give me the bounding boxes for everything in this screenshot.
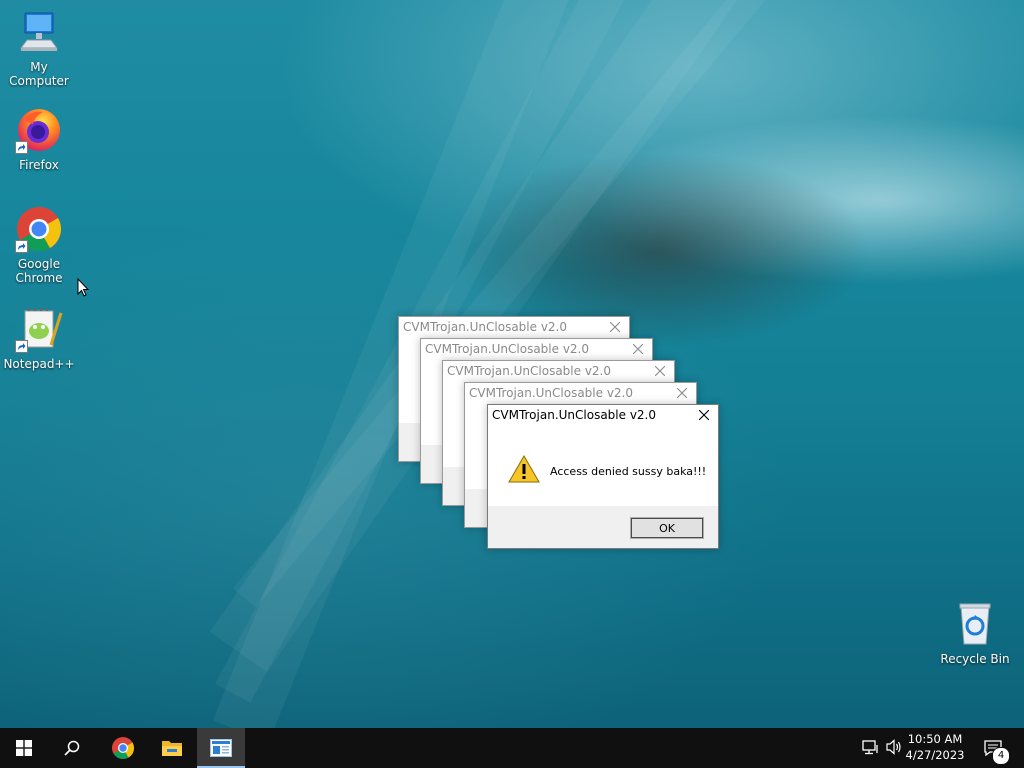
desktop-icon-firefox[interactable]: Firefox <box>0 106 78 172</box>
desktop-wallpaper: My Computer Firefox Google Chrome Notepa… <box>0 0 1024 728</box>
close-icon[interactable] <box>624 339 652 361</box>
firefox-icon <box>15 106 63 154</box>
dialog-footer: OK <box>488 506 718 548</box>
desktop-icon-notepadpp[interactable]: Notepad++ <box>0 305 78 371</box>
shortcut-arrow-icon <box>15 240 28 253</box>
notification-count-badge: 4 <box>992 747 1010 765</box>
close-icon[interactable] <box>601 317 629 339</box>
computer-icon <box>15 8 63 56</box>
search-icon <box>64 740 80 756</box>
close-icon[interactable] <box>690 405 718 427</box>
desktop-icon-label: Google Chrome <box>15 257 63 285</box>
desktop-icon-google-chrome[interactable]: Google Chrome <box>0 205 78 285</box>
volume-icon[interactable] <box>886 739 902 755</box>
dialog-title: CVMTrojan.UnClosable v2.0 <box>492 408 657 422</box>
clock-time: 10:50 AM <box>907 732 963 746</box>
dialog-titlebar[interactable]: CVMTrojan.UnClosable v2.0 <box>488 405 718 427</box>
desktop-icon-label: Firefox <box>19 158 59 172</box>
dialog-title: CVMTrojan.UnClosable v2.0 <box>425 342 590 356</box>
dialog-title: CVMTrojan.UnClosable v2.0 <box>469 386 634 400</box>
clock-date: 4/27/2023 <box>905 748 965 762</box>
folder-icon <box>162 741 182 756</box>
ok-button[interactable]: OK <box>630 517 704 539</box>
clock[interactable]: 10:50 AM 4/27/2023 <box>904 731 966 763</box>
notepadpp-icon <box>15 305 63 353</box>
desktop-icon-label: Notepad++ <box>3 357 75 371</box>
shortcut-arrow-icon <box>15 340 28 353</box>
dialog-titlebar[interactable]: CVMTrojan.UnClosable v2.0 <box>399 317 629 339</box>
start-button[interactable] <box>0 728 48 768</box>
close-icon[interactable] <box>646 361 674 383</box>
desktop-icon-label: My Computer <box>9 60 69 88</box>
taskbar-active-app[interactable] <box>197 728 245 768</box>
warning-icon <box>508 455 540 483</box>
taskbar-file-explorer[interactable] <box>148 728 196 768</box>
taskbar: 10:50 AM 4/27/2023 <box>0 728 1024 768</box>
windows-logo-icon <box>16 740 32 756</box>
chrome-icon <box>15 205 63 253</box>
network-icon[interactable] <box>862 739 880 755</box>
desktop-icon-label: Recycle Bin <box>940 652 1010 666</box>
dialog-titlebar[interactable]: CVMTrojan.UnClosable v2.0 <box>443 361 674 383</box>
chrome-icon <box>112 737 134 759</box>
desktop-icon-recycle-bin[interactable]: Recycle Bin <box>936 600 1014 666</box>
shortcut-arrow-icon <box>15 141 28 154</box>
close-icon[interactable] <box>668 383 696 405</box>
mouse-cursor-icon <box>77 278 89 297</box>
dialog-titlebar[interactable]: CVMTrojan.UnClosable v2.0 <box>421 339 652 361</box>
dialog-title: CVMTrojan.UnClosable v2.0 <box>403 320 568 334</box>
dialog-title: CVMTrojan.UnClosable v2.0 <box>447 364 612 378</box>
search-button[interactable] <box>48 728 96 768</box>
recycle-bin-icon <box>951 600 999 648</box>
desktop-icon-my-computer[interactable]: My Computer <box>0 8 78 88</box>
error-dialog-active[interactable]: CVMTrojan.UnClosable v2.0 Access denied … <box>487 404 719 549</box>
window-app-icon <box>210 739 232 757</box>
taskbar-chrome[interactable] <box>99 728 147 768</box>
dialog-titlebar[interactable]: CVMTrojan.UnClosable v2.0 <box>465 383 696 405</box>
dialog-message: Access denied sussy baka!!! <box>550 465 707 478</box>
